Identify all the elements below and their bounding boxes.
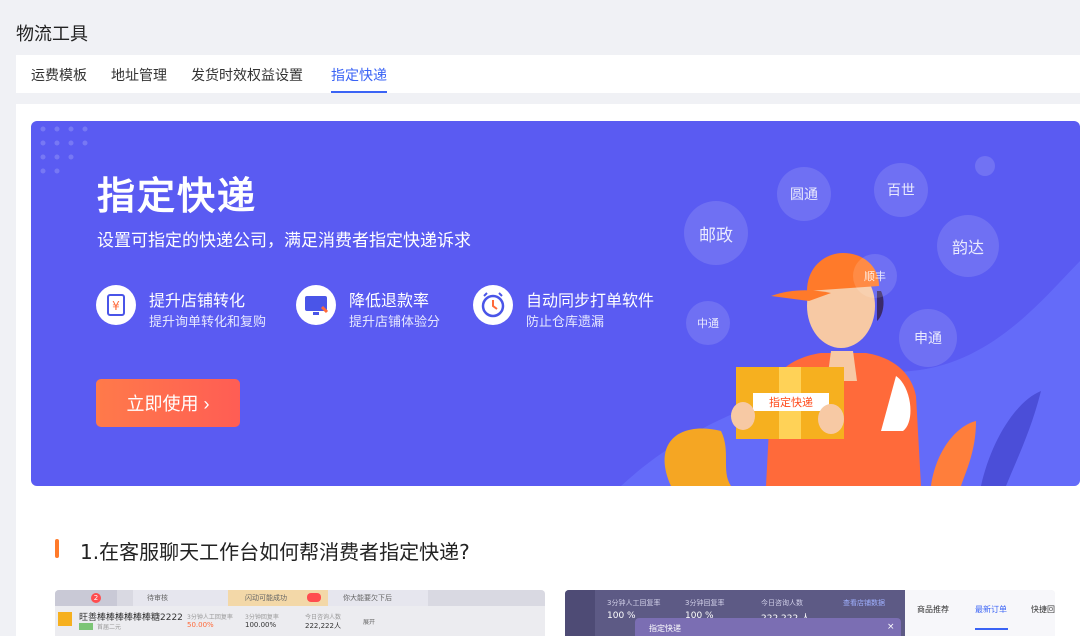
- courier-bubble-baishi: 百世: [874, 163, 928, 217]
- preview-stat-label: 3分钟人工回复率: [607, 599, 661, 607]
- feature-desc: 防止仓库遗漏: [526, 315, 605, 330]
- feature-desc: 提升店铺体验分: [349, 315, 441, 330]
- promo-banner: 指定快递 设置可指定的快递公司，满足消费者指定快递诉求 ¥ 提升店铺转化 提升询…: [31, 121, 1080, 486]
- monitor-refund-icon: [296, 285, 336, 325]
- preview-stat-label: 3分钟回复率: [245, 614, 279, 621]
- preview-stat-value: 50.00%: [187, 621, 214, 629]
- tab-address-management[interactable]: 地址管理: [111, 65, 167, 93]
- preview-stat-value: 100.00%: [245, 621, 277, 629]
- courier-bubble-yunda: 韵达: [937, 215, 999, 277]
- preview-stat-label: 3分钟人工回复率: [187, 614, 233, 621]
- use-now-button[interactable]: 立即使用 ›: [96, 379, 240, 427]
- preview-tag: 首届二元: [97, 624, 122, 631]
- courier-bubble-youzheng: 邮政: [684, 201, 748, 265]
- preview-tab-label: 最新订单: [975, 605, 1007, 614]
- preview-stat-value: 100 %: [607, 611, 636, 621]
- section-accent-bar: [55, 539, 59, 558]
- feature-desc: 提升询单转化和复购: [149, 315, 267, 330]
- courier-bubble-shentong: 申通: [899, 309, 957, 367]
- preview-link: 查看店铺数据: [843, 599, 885, 607]
- banner-subtitle: 设置可指定的快递公司，满足消费者指定快递诉求: [97, 231, 471, 251]
- yen-document-icon: ¥: [96, 285, 136, 325]
- preview-tab-label: 闪动可能成功: [245, 594, 287, 602]
- tab-freight-template[interactable]: 运费模板: [31, 65, 87, 93]
- tab-shipping-time-settings[interactable]: 发货时效权益设置: [191, 65, 303, 93]
- preview-tab-label: 商品推荐: [917, 605, 949, 614]
- preview-screenshot-b: 3分钟人工回复率 100 % 3分钟回复率 100 % 今日咨询人数 222,2…: [565, 590, 1055, 636]
- section-title: 1.在客服聊天工作台如何帮消费者指定快递?: [80, 540, 470, 564]
- preview-tab-label: 待审核: [147, 594, 168, 602]
- feature-title: 降低退款率: [349, 291, 430, 310]
- tab-bar: 运费模板 地址管理 发货时效权益设置 指定快递: [16, 55, 1080, 93]
- alarm-clock-icon: [473, 285, 513, 325]
- close-icon: ×: [887, 622, 895, 632]
- banner-title: 指定快递: [97, 174, 258, 218]
- courier-bubble-yuantong: 圆通: [777, 167, 831, 221]
- box-label: 指定快递: [769, 396, 813, 409]
- preview-stat-label: 今日咨询人数: [305, 614, 342, 621]
- tab-designated-courier[interactable]: 指定快递: [331, 65, 387, 93]
- preview-dialog-title: 指定快递: [649, 624, 681, 633]
- feature-title: 自动同步打单软件: [526, 291, 655, 310]
- preview-stat-label: 今日咨询人数: [761, 599, 803, 607]
- preview-stat-value: 222,222人: [305, 622, 341, 630]
- preview-stat-label: 3分钟回复率: [685, 599, 725, 607]
- preview-tab-label: 你大能要欠下后: [343, 594, 392, 602]
- feature-title: 提升店铺转化: [149, 291, 246, 310]
- preview-tab-label: 快捷回: [1031, 605, 1055, 614]
- preview-expand: 展开: [363, 619, 376, 626]
- preview-screenshot-a: 2 待审核 闪动可能成功 你大能要欠下后 旺善棒棒棒棒棒棒糖2222 首届二元 …: [55, 590, 545, 636]
- page-title: 物流工具: [16, 24, 88, 45]
- courier-bubble-shunfeng: 顺丰: [853, 254, 897, 298]
- courier-bubble-zhongtong: 中通: [686, 301, 730, 345]
- preview-shop-name: 旺善棒棒棒棒棒棒糖2222: [79, 613, 183, 623]
- svg-text:¥: ¥: [112, 299, 120, 313]
- preview-badge: 2: [91, 593, 101, 603]
